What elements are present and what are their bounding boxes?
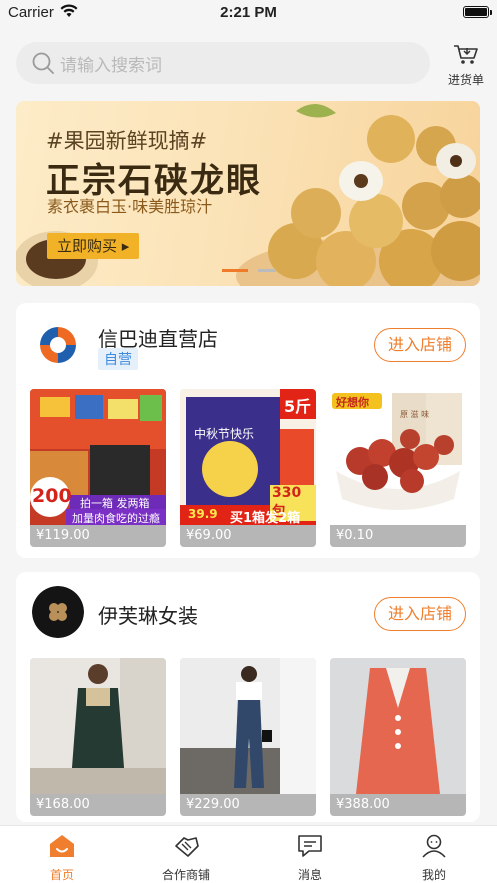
product-pack-label: 原 滋 味: [400, 410, 430, 419]
product-card[interactable]: ¥168.00: [30, 658, 166, 816]
product-title: 中秋节快乐: [194, 427, 255, 441]
product-price: ¥168.00: [30, 794, 166, 816]
product-stamp: 200: [32, 485, 72, 507]
battery-icon: [463, 6, 492, 18]
profile-icon: [422, 834, 446, 858]
tab-label: 消息: [297, 868, 322, 882]
banner-tag: #果园新鲜现摘#: [46, 129, 208, 153]
store-name[interactable]: 伊芙琳女装: [98, 600, 198, 629]
product-image: [180, 658, 316, 794]
product-promo: 买1箱发2箱: [230, 511, 301, 526]
banner-subtitle: 素衣裹白玉·味美胜琼汁: [47, 197, 213, 216]
search-input[interactable]: 请输入搜索词: [60, 51, 162, 76]
product-price: ¥0.10: [330, 525, 466, 547]
product-promo: 拍一箱 发两箱: [80, 497, 150, 510]
page-dot[interactable]: [258, 269, 276, 272]
cart-icon: [454, 45, 478, 64]
store-card[interactable]: 伊芙琳女装 进入店铺 ¥168.00 ¥229.00 ¥388.00: [16, 572, 480, 822]
product-card[interactable]: 200 拍一箱 发两箱 加量肉食吃的过瘾 ¥119.00: [30, 389, 166, 547]
product-card[interactable]: 好想你 原 滋 味 ¥0.10: [330, 389, 466, 547]
message-icon: [298, 835, 322, 857]
enter-store-button[interactable]: 进入店铺: [374, 328, 466, 362]
search-icon: [32, 52, 54, 74]
tab-label: 合作商铺: [161, 868, 210, 882]
tab-messages[interactable]: 消息: [270, 834, 350, 883]
tab-profile[interactable]: 我的: [394, 834, 474, 883]
status-bar: Carrier 2:21 PM: [0, 0, 497, 26]
clock: 2:21 PM: [220, 4, 277, 21]
product-row: 200 拍一箱 发两箱 加量肉食吃的过瘾 ¥119.00 5斤 中秋节快乐 33…: [30, 389, 466, 549]
tab-label: 首页: [49, 868, 74, 882]
product-row: ¥168.00 ¥229.00 ¥388.00: [30, 658, 466, 818]
tab-home[interactable]: 首页: [22, 834, 102, 883]
promo-banner[interactable]: #果园新鲜现摘# 正宗石硖龙眼 素衣裹白玉·味美胜琼汁 立即购买 ▸: [16, 101, 480, 286]
product-price: ¥69.00: [180, 525, 316, 547]
handshake-icon: [175, 837, 199, 857]
product-price-tag: 39.9: [188, 507, 218, 521]
product-weight: 5斤: [284, 397, 312, 416]
cart-button[interactable]: 进货单: [440, 44, 492, 87]
enter-store-button[interactable]: 进入店铺: [374, 597, 466, 631]
tab-bar: 首页 合作商铺 消息 我的: [0, 825, 497, 883]
search-bar[interactable]: 请输入搜索词: [16, 42, 430, 84]
product-price: ¥119.00: [30, 525, 166, 547]
product-card[interactable]: ¥229.00: [180, 658, 316, 816]
self-operated-badge: 自营: [98, 348, 138, 370]
home-icon: [50, 835, 74, 857]
tab-label: 我的: [421, 868, 446, 882]
product-price: ¥388.00: [330, 794, 466, 816]
tab-partners[interactable]: 合作商铺: [146, 834, 226, 883]
product-brand: 好想你: [336, 396, 369, 409]
cart-label: 进货单: [447, 73, 484, 87]
product-price: ¥229.00: [180, 794, 316, 816]
product-caption: 加量肉食吃的过瘾: [72, 512, 160, 525]
product-image: [30, 658, 166, 794]
product-card[interactable]: 5斤 中秋节快乐 330包 39.9 买1箱发2箱 ¥69.00: [180, 389, 316, 547]
store-logo: [32, 319, 84, 371]
buy-now-button[interactable]: 立即购买 ▸: [47, 233, 140, 259]
page-dot-active[interactable]: [222, 269, 248, 272]
product-image: [330, 658, 466, 794]
store-card[interactable]: 信巴迪直营店 自营 进入店铺 200 拍一箱 发两箱 加量肉食吃的过瘾 ¥119…: [16, 303, 480, 558]
store-logo: [32, 586, 84, 638]
product-card[interactable]: ¥388.00: [330, 658, 466, 816]
